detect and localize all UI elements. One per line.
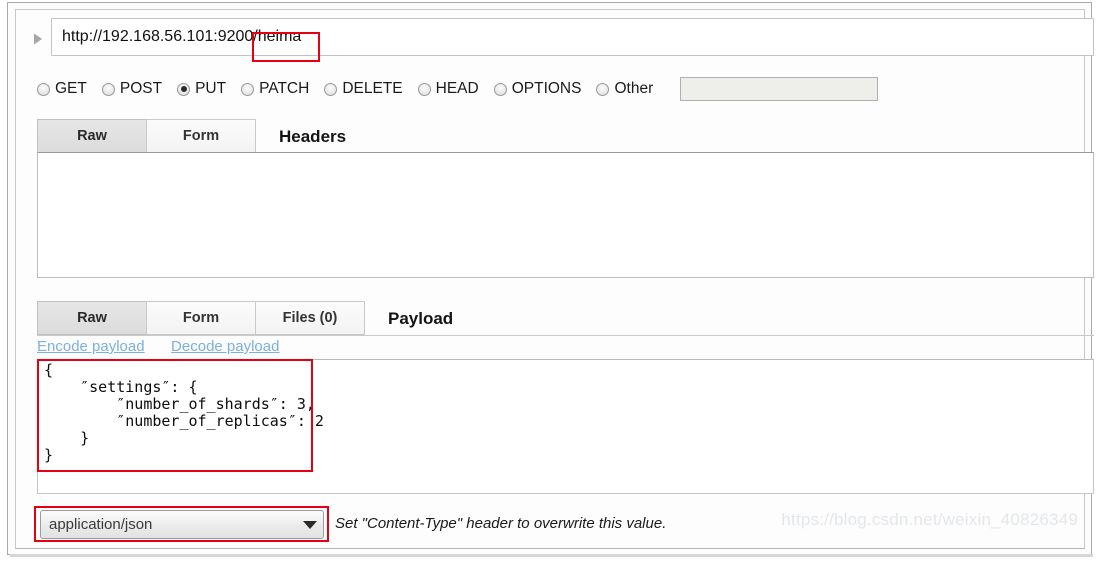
method-label: POST (119, 80, 163, 98)
url-row (16, 18, 1094, 62)
radio-indicator-selected (177, 82, 191, 96)
method-label: HEAD (435, 80, 479, 98)
method-radio-options[interactable]: OPTIONS (493, 80, 582, 98)
method-label: PATCH (259, 80, 310, 98)
tab-label: Form (182, 128, 220, 144)
method-radio-post[interactable]: POST (101, 80, 163, 98)
radio-indicator (493, 82, 507, 96)
headers-section-title: Headers (279, 127, 347, 146)
tab-label: Files (0) (282, 310, 338, 326)
watermark: https://blog.csdn.net/weixin_40826349 (781, 510, 1078, 529)
method-label: Other (614, 80, 654, 98)
payload-textarea[interactable]: { ″settings″: { ″number_of_shards″: 3, ″… (37, 359, 1094, 494)
headers-textarea[interactable] (37, 152, 1094, 278)
method-label: PUT (195, 80, 227, 98)
radio-indicator (37, 82, 50, 96)
payload-tab-raw[interactable]: Raw (37, 301, 147, 335)
content-type-note: Set "Content-Type" header to overwrite t… (335, 515, 667, 532)
radio-indicator (417, 82, 431, 96)
payload-link-row: Encode payload Decode payload (37, 335, 1094, 359)
app-window: GET POST PUT PATCH DELETE HEAD (7, 2, 1094, 557)
triangle-right-icon[interactable] (30, 31, 46, 47)
method-label: OPTIONS (511, 80, 582, 98)
method-radio-put[interactable]: PUT (177, 81, 226, 97)
payload-section-title: Payload (388, 309, 454, 328)
radio-indicator (241, 82, 255, 96)
content-type-select[interactable]: application/jsonapplication/x-www-form-u… (40, 510, 324, 539)
radio-indicator (324, 82, 338, 96)
method-radio-other[interactable]: Other (596, 81, 653, 97)
method-radio-patch[interactable]: PATCH (241, 81, 309, 97)
tab-label: Raw (77, 310, 107, 326)
headers-tabstrip: Raw Form Headers (37, 119, 346, 153)
method-radio-head[interactable]: HEAD (417, 80, 479, 98)
payload-tab-form[interactable]: Form (146, 301, 256, 335)
custom-method-input[interactable] (680, 77, 879, 101)
payload-tabstrip: Raw Form Files (0) Payload (37, 301, 453, 335)
method-radio-get[interactable]: GET (37, 81, 87, 97)
tab-label: Raw (77, 128, 107, 144)
radio-indicator (596, 82, 610, 96)
method-label: GET (55, 80, 87, 98)
decode-payload-link[interactable]: Decode payload (171, 338, 279, 355)
encode-payload-link[interactable]: Encode payload (37, 338, 145, 355)
method-label: DELETE (342, 80, 403, 98)
method-radio-delete[interactable]: DELETE (324, 80, 403, 98)
radio-indicator (101, 82, 115, 96)
headers-tab-raw[interactable]: Raw (37, 119, 147, 153)
url-input[interactable] (51, 18, 1094, 56)
request-panel: GET POST PUT PATCH DELETE HEAD (15, 9, 1094, 549)
http-method-radio-group: GET POST PUT PATCH DELETE HEAD OPTIONS O… (37, 73, 1077, 105)
tab-label: Form (182, 310, 220, 326)
payload-tab-files[interactable]: Files (0) (255, 301, 365, 335)
headers-tab-form[interactable]: Form (146, 119, 256, 153)
